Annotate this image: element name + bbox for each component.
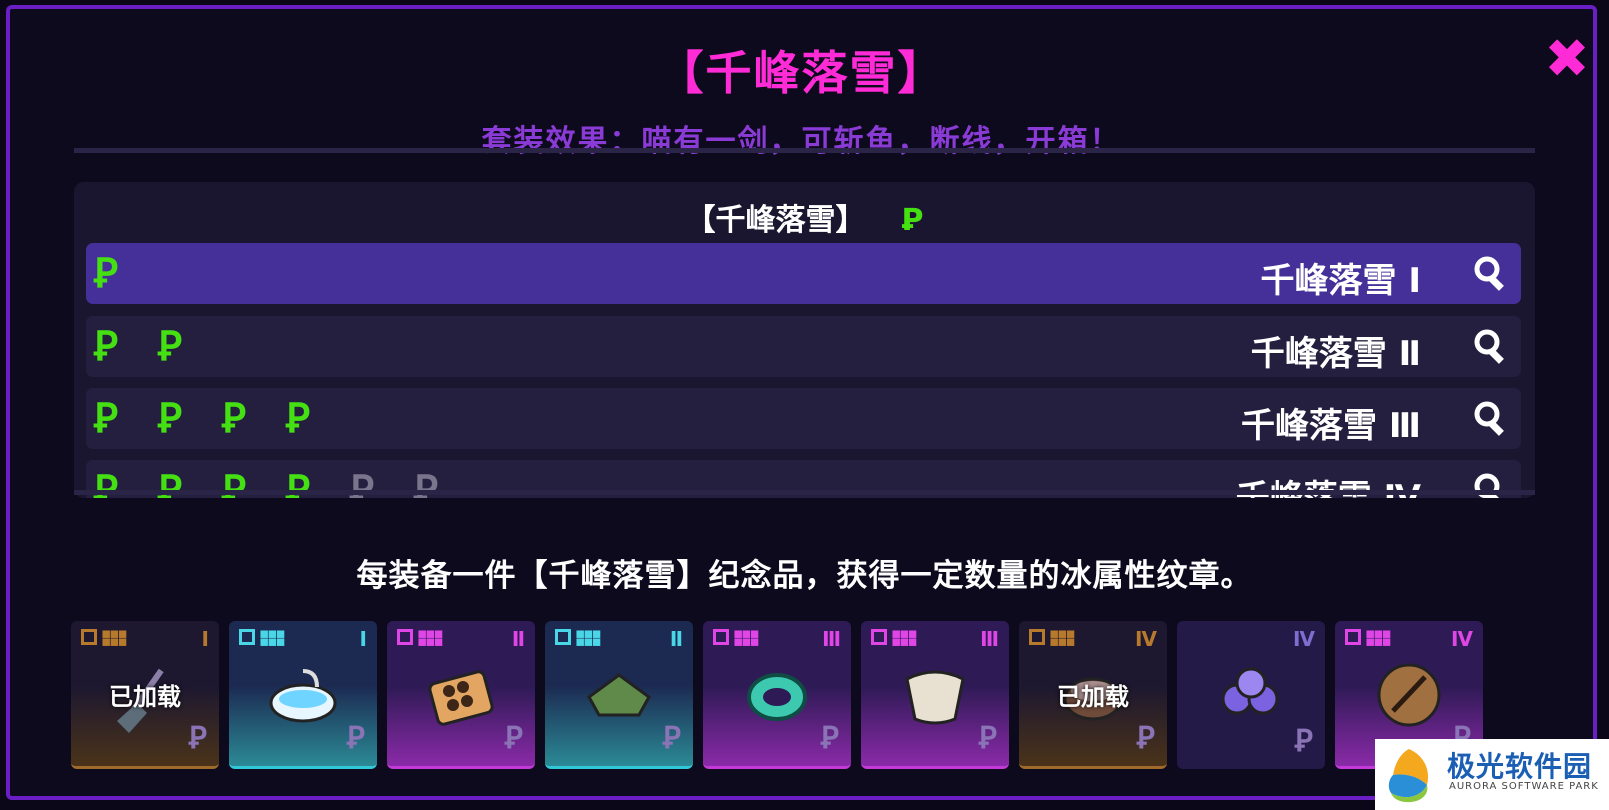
card-tier: Ⅱ bbox=[511, 627, 525, 651]
magnifier-icon[interactable] bbox=[1471, 398, 1511, 438]
rarity-dots-icon: ▪▪▪ ▪▪▪ bbox=[891, 624, 917, 650]
tier-icons: Ꝑ bbox=[94, 251, 140, 297]
rarity-dots-icon: ▪▪▪ ▪▪▪ bbox=[575, 624, 601, 650]
rarity-dots-icon: ▪▪▪ ▪▪▪ bbox=[101, 624, 127, 650]
set-description: 每装备一件【千峰落雪】纪念品，获得一定数量的冰属性纹章。 bbox=[356, 558, 1253, 594]
divider bbox=[74, 490, 1535, 495]
rarity-square-icon bbox=[1345, 629, 1361, 645]
souvenir-card[interactable]: ▪▪▪ ▪▪▪ Ⅱ Ꝑ bbox=[545, 621, 693, 769]
souvenir-card[interactable]: ▪▪▪ ▪▪▪ Ⅲ Ꝑ bbox=[861, 621, 1009, 769]
paper-fan-icon bbox=[905, 670, 965, 725]
rarity-pips: ▪▪▪ ▪▪▪ bbox=[81, 624, 127, 650]
tier-label: 千峰落雪 Ⅲ bbox=[1241, 406, 1421, 446]
rarity-square-icon bbox=[239, 629, 255, 645]
close-icon[interactable]: ✖ bbox=[1543, 32, 1591, 86]
card-tier: Ⅲ bbox=[822, 627, 841, 651]
magnifier-icon[interactable] bbox=[1471, 253, 1511, 293]
set-leaf-icon: Ꝑ bbox=[94, 395, 119, 442]
souvenir-card[interactable]: ▪▪▪ ▪▪▪ Ⅲ Ꝑ bbox=[703, 621, 851, 769]
rarity-pips: ▪▪▪ ▪▪▪ bbox=[239, 624, 285, 650]
set-leaf-icon: Ꝑ bbox=[286, 395, 311, 442]
card-tier: I bbox=[201, 627, 209, 651]
rarity-pips: ▪▪▪ ▪▪▪ bbox=[713, 624, 759, 650]
set-tier-row[interactable]: Ꝑ Ꝑ 千峰落雪 Ⅱ bbox=[86, 316, 1521, 377]
divider bbox=[74, 148, 1535, 153]
set-leaf-icon: Ꝑ bbox=[346, 721, 365, 756]
aurora-logo-icon bbox=[1388, 749, 1429, 803]
tier-label: 千峰落雪 Ⅱ bbox=[1250, 334, 1421, 374]
tier-icons: ꝐꝐꝐꝐ bbox=[94, 396, 332, 442]
card-tier: Ⅱ bbox=[669, 627, 683, 651]
set-leaf-icon: Ꝑ bbox=[662, 721, 681, 756]
rarity-dots-icon: ▪▪▪ ▪▪▪ bbox=[733, 624, 759, 650]
rarity-dots-icon: ▪▪▪ ▪▪▪ bbox=[259, 624, 285, 650]
card-tier: Ⅲ bbox=[980, 627, 999, 651]
jade-bracelet-icon bbox=[747, 673, 807, 721]
card-tier: Ⅳ bbox=[1135, 627, 1157, 651]
rarity-dots-icon: ▪▪▪ ▪▪▪ bbox=[1049, 624, 1075, 650]
rarity-pips: ▪▪▪ ▪▪▪ bbox=[1345, 624, 1391, 650]
set-leaf-icon: Ꝑ bbox=[978, 721, 997, 756]
choco-box-icon bbox=[428, 670, 494, 726]
dialog-title: 【千峰落雪】 bbox=[657, 46, 946, 100]
card-tier: Ⅳ bbox=[1451, 627, 1473, 651]
watermark-cn: 极光软件园 bbox=[1447, 750, 1593, 783]
set-leaf-icon: Ꝑ bbox=[158, 395, 183, 442]
rarity-pips: ▪▪▪ ▪▪▪ bbox=[555, 624, 601, 650]
rarity-square-icon bbox=[871, 629, 887, 645]
souvenir-card[interactable]: ▪▪▪ ▪▪▪ Ⅳ 已加载 Ꝑ bbox=[1019, 621, 1167, 769]
rarity-dots-icon: ▪▪▪ ▪▪▪ bbox=[1365, 624, 1391, 650]
rarity-pips: ▪▪▪ ▪▪▪ bbox=[397, 624, 443, 650]
rarity-square-icon bbox=[555, 629, 571, 645]
green-hat-icon bbox=[587, 673, 651, 717]
set-leaf-icon: Ꝑ bbox=[901, 203, 924, 238]
set-leaf-icon: Ꝑ bbox=[94, 250, 119, 297]
rarity-square-icon bbox=[397, 629, 413, 645]
magnifier-icon[interactable] bbox=[1471, 326, 1511, 366]
set-leaf-icon: Ꝑ bbox=[158, 323, 183, 370]
watermark-logo: 极光软件园 AURORA SOFTWARE PARK bbox=[1375, 739, 1609, 810]
cookie-icon bbox=[1377, 663, 1441, 727]
set-effect-text: 套装效果：喵有一剑，可斩鱼，断线，开箱！ bbox=[481, 124, 1122, 159]
souvenir-card[interactable]: ▪▪▪ ▪▪▪ Ⅱ Ꝑ bbox=[387, 621, 535, 769]
rarity-square-icon bbox=[1029, 629, 1045, 645]
set-leaf-icon: Ꝑ bbox=[1136, 721, 1155, 756]
souvenir-card[interactable]: ▪▪▪ ▪▪▪ I Ꝑ bbox=[229, 621, 377, 769]
card-tier: Ⅳ bbox=[1293, 627, 1315, 651]
tier-label: 千峰落雪 I bbox=[1260, 261, 1422, 301]
card-status: 已加载 bbox=[109, 683, 181, 711]
set-leaf-icon: Ꝑ bbox=[222, 395, 247, 442]
set-leaf-icon: Ꝑ bbox=[188, 721, 207, 756]
card-status: 已加载 bbox=[1057, 683, 1129, 711]
card-tier: I bbox=[359, 627, 367, 651]
watermark-en: AURORA SOFTWARE PARK bbox=[1449, 781, 1599, 792]
rarity-dots-icon: ▪▪▪ ▪▪▪ bbox=[417, 624, 443, 650]
set-leaf-icon: Ꝑ bbox=[504, 721, 523, 756]
souvenir-card[interactable]: ⅣꝐ bbox=[1177, 621, 1325, 769]
rarity-square-icon bbox=[713, 629, 729, 645]
rarity-pips: ▪▪▪ ▪▪▪ bbox=[871, 624, 917, 650]
set-leaf-icon: Ꝑ bbox=[94, 323, 119, 370]
set-leaf-icon: Ꝑ bbox=[820, 721, 839, 756]
souvenir-card-strip[interactable]: ▪▪▪ ▪▪▪ I 已加载 Ꝑ ▪▪▪ ▪▪▪ I Ꝑ ▪▪▪ ▪▪▪ Ⅱ Ꝑ ▪▪▪ ▪▪▪ Ⅱ Ꝑ ▪▪▪ ▪▪… bbox=[71, 621, 1556, 771]
set-list-header: 【千峰落雪】 Ꝑ bbox=[74, 195, 1535, 239]
rarity-pips: ▪▪▪ ▪▪▪ bbox=[1029, 624, 1075, 650]
set-list-header-label: 【千峰落雪】 bbox=[685, 203, 866, 238]
set-tier-row[interactable]: Ꝑ 千峰落雪 I bbox=[86, 243, 1521, 304]
bathtub-icon bbox=[269, 669, 337, 723]
purple-balls-icon bbox=[1221, 667, 1279, 715]
set-tier-list[interactable]: 【千峰落雪】 Ꝑ Ꝑ 千峰落雪 I Ꝑ Ꝑ 千峰落雪 Ⅱ Ꝑ Ꝑ Ꝑ Ꝑ 千峰落雪 ⅢꝐꝐꝐꝐꝐꝐ千… bbox=[74, 182, 1535, 498]
rarity-square-icon bbox=[81, 629, 97, 645]
souvenir-card[interactable]: ▪▪▪ ▪▪▪ I 已加载 Ꝑ bbox=[71, 621, 219, 769]
set-leaf-icon: Ꝑ bbox=[1294, 724, 1313, 759]
set-tier-row[interactable]: Ꝑ Ꝑ Ꝑ Ꝑ 千峰落雪 Ⅲ bbox=[86, 388, 1521, 449]
tier-icons: ꝐꝐ bbox=[94, 324, 204, 370]
